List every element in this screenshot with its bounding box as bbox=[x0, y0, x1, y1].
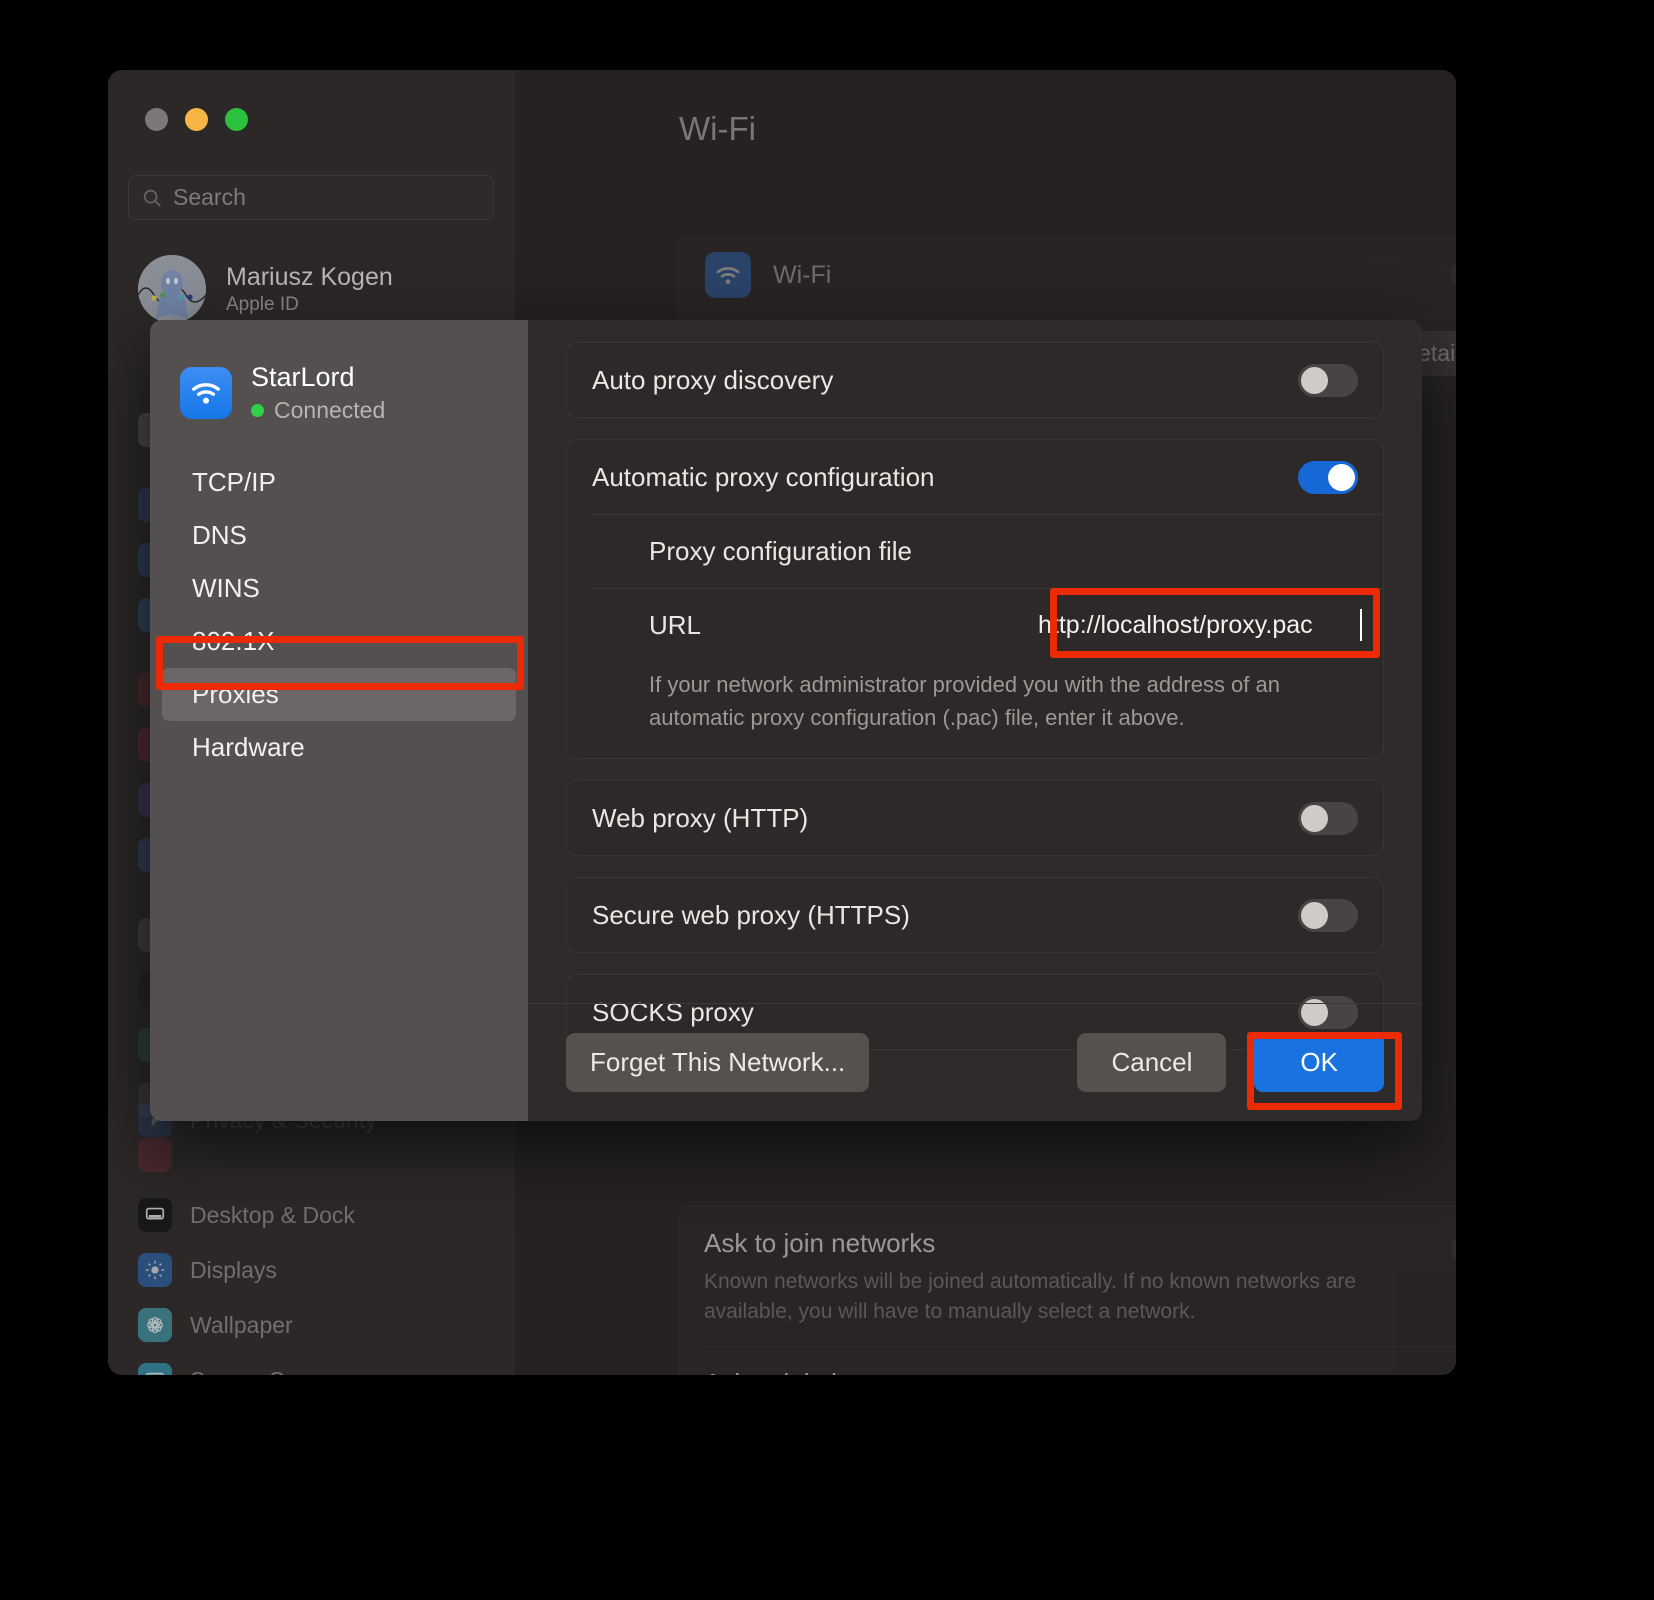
flower-icon bbox=[147, 1317, 163, 1333]
url-row: URL bbox=[567, 588, 1383, 662]
auto-proxy-discovery-label: Auto proxy discovery bbox=[592, 364, 834, 395]
sheet-nav-list: TCP/IP DNS WINS 802.1X Proxies Hardware bbox=[150, 456, 528, 774]
sheet-nav: StarLord Connected TCP/IP DNS WINS 802.1… bbox=[150, 320, 528, 1121]
proxy-help-text: If your network administrator provided y… bbox=[649, 672, 1280, 730]
wifi-icon bbox=[705, 252, 751, 298]
sidebar-item-tcpip[interactable]: TCP/IP bbox=[162, 456, 516, 509]
status-indicator-icon bbox=[251, 404, 264, 417]
automatic-proxy-configuration-toggle[interactable] bbox=[1298, 460, 1358, 494]
automatic-proxy-configuration-row: Automatic proxy configuration bbox=[567, 440, 1383, 514]
nav-item-label: Hardware bbox=[192, 732, 305, 762]
url-input[interactable] bbox=[1038, 603, 1358, 647]
sidebar-item-label: Desktop & Dock bbox=[190, 1201, 355, 1228]
sheet-network-status: Connected bbox=[274, 397, 386, 423]
window-traffic-lights bbox=[145, 108, 248, 131]
web-proxy-row: Web proxy (HTTP) bbox=[567, 781, 1383, 855]
secure-web-proxy-label: Secure web proxy (HTTPS) bbox=[592, 899, 910, 930]
nav-item-label: DNS bbox=[192, 520, 247, 550]
sheet-network-name: StarLord bbox=[251, 362, 355, 392]
sidebar-item-8021x[interactable]: 802.1X bbox=[162, 615, 516, 668]
ask-networks-description: Known networks will be joined automatica… bbox=[704, 1270, 1357, 1324]
ask-to-join-group: Ask to join networks Known networks will… bbox=[678, 1205, 1456, 1375]
sheet-footer: Forget This Network... Cancel OK bbox=[528, 1003, 1422, 1121]
proxy-config-file-label: Proxy configuration file bbox=[649, 535, 913, 566]
proxy-config-file-row: Proxy configuration file bbox=[567, 514, 1383, 588]
dock-icon bbox=[145, 1207, 165, 1220]
nav-item-label: TCP/IP bbox=[192, 467, 276, 497]
profile-name: Mariusz Kogen bbox=[226, 262, 393, 291]
ask-networks-title: Ask to join networks bbox=[704, 1228, 936, 1258]
sidebar-item-proxies[interactable]: Proxies bbox=[162, 668, 516, 721]
sidebar-item-partial-13[interactable] bbox=[138, 1135, 498, 1175]
sidebar-item-label: Screen Saver bbox=[190, 1367, 329, 1376]
search-icon bbox=[143, 189, 161, 207]
secure-web-proxy-row: Secure web proxy (HTTPS) bbox=[567, 878, 1383, 952]
web-proxy-card: Web proxy (HTTP) bbox=[566, 780, 1384, 856]
wifi-toggle[interactable] bbox=[1451, 258, 1456, 292]
screensaver-icon bbox=[146, 1372, 164, 1375]
text-caret bbox=[1360, 609, 1362, 641]
avatar bbox=[138, 255, 206, 323]
wifi-icon bbox=[180, 367, 232, 419]
page-title: Wi-Fi bbox=[679, 110, 756, 147]
ask-hotspots-title: Ask to join hotspots bbox=[704, 1368, 929, 1375]
url-label: URL bbox=[649, 609, 702, 640]
maximize-button[interactable] bbox=[225, 108, 248, 131]
web-proxy-label: Web proxy (HTTP) bbox=[592, 802, 809, 833]
forget-this-network-button[interactable]: Forget This Network... bbox=[566, 1033, 870, 1092]
sidebar-item-label: Wallpaper bbox=[190, 1311, 293, 1338]
sheet-network-header: StarLord Connected bbox=[150, 320, 528, 424]
brightness-icon bbox=[145, 1260, 165, 1280]
sidebar-item-dns[interactable]: DNS bbox=[162, 509, 516, 562]
network-details-sheet: StarLord Connected TCP/IP DNS WINS 802.1… bbox=[150, 320, 1422, 1121]
auto-proxy-discovery-card: Auto proxy discovery bbox=[566, 342, 1384, 418]
search-placeholder: Search bbox=[173, 184, 246, 210]
ok-button[interactable]: OK bbox=[1254, 1033, 1384, 1092]
close-button[interactable] bbox=[145, 108, 168, 131]
sidebar-item-wins[interactable]: WINS bbox=[162, 562, 516, 615]
wifi-row-label: Wi-Fi bbox=[773, 260, 832, 289]
auto-proxy-discovery-row: Auto proxy discovery bbox=[567, 343, 1383, 417]
sidebar-item-displays[interactable]: Displays bbox=[138, 1250, 498, 1290]
nav-item-label: WINS bbox=[192, 573, 260, 603]
secure-web-proxy-toggle[interactable] bbox=[1298, 898, 1358, 932]
secure-web-proxy-card: Secure web proxy (HTTPS) bbox=[566, 877, 1384, 953]
screen: Search Mariusz Kogen Apple ID Desktop & … bbox=[0, 0, 1654, 1600]
wifi-row: Wi-Fi bbox=[679, 236, 1456, 314]
cancel-button[interactable]: Cancel bbox=[1077, 1033, 1227, 1092]
minimize-button[interactable] bbox=[185, 108, 208, 131]
nav-item-label: Proxies bbox=[192, 679, 279, 709]
nav-item-label: 802.1X bbox=[192, 626, 275, 656]
automatic-proxy-configuration-label: Automatic proxy configuration bbox=[592, 461, 935, 492]
sidebar-item-hardware[interactable]: Hardware bbox=[162, 721, 516, 774]
profile-subtitle: Apple ID bbox=[226, 293, 299, 315]
apple-id-profile-row[interactable]: Mariusz Kogen Apple ID bbox=[138, 255, 393, 323]
sidebar-item-screen-saver[interactable]: Screen Saver bbox=[138, 1360, 498, 1375]
auto-proxy-discovery-toggle[interactable] bbox=[1298, 363, 1358, 397]
search-input[interactable]: Search bbox=[128, 175, 494, 220]
sidebar-item-label: Displays bbox=[190, 1256, 277, 1283]
sheet-body: Auto proxy discovery Automatic proxy con… bbox=[528, 320, 1422, 1121]
sidebar-item-desktop-dock[interactable]: Desktop & Dock bbox=[138, 1195, 498, 1235]
sidebar-item-wallpaper[interactable]: Wallpaper bbox=[138, 1305, 498, 1345]
automatic-proxy-configuration-card: Automatic proxy configuration Proxy conf… bbox=[566, 439, 1384, 759]
web-proxy-toggle[interactable] bbox=[1298, 801, 1358, 835]
